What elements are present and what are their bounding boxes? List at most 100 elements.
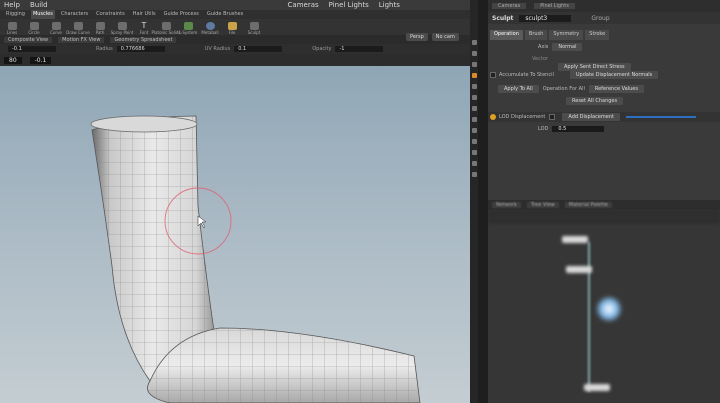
grid-icon[interactable] [471, 139, 477, 144]
tool-draw-curve[interactable]: Draw Curve [66, 22, 90, 35]
frame-field[interactable]: 80 [4, 56, 22, 64]
shelf-tab-characters[interactable]: Characters [59, 10, 90, 19]
lod-field[interactable]: 0.5 [552, 126, 605, 132]
lod-slider[interactable] [626, 116, 697, 118]
selected-node-glow[interactable] [596, 296, 622, 322]
metaball-icon [205, 22, 215, 30]
operation-for-all-label: Operation For All [542, 86, 585, 92]
scene-viewport[interactable] [0, 66, 470, 403]
tool-spray-paint[interactable]: Spray Paint [111, 22, 133, 35]
right-dock-strip [478, 0, 488, 403]
network-node[interactable] [566, 266, 592, 273]
apply-all-row: Apply To All Operation For All Reference… [488, 84, 720, 94]
lod-mode-dropdown[interactable]: Add Displacement [562, 113, 621, 121]
network-node[interactable] [584, 384, 610, 391]
accumulate-label: Accumulate To Stencil [499, 72, 554, 78]
top-tab-pinel-lights[interactable]: Pinel Lights [534, 3, 575, 9]
uv-radius-field[interactable]: 0.1 [234, 46, 283, 52]
curve-icon [51, 22, 61, 30]
tab-geometry-spreadsheet[interactable]: Geometry Spreadsheet [110, 36, 177, 43]
tool-l-system[interactable]: L-System [179, 22, 197, 35]
tab-tree-view[interactable]: Tree View [526, 202, 559, 208]
parameter-panel-top: Cameras Pinel Lights [488, 0, 720, 12]
parameter-tabs: Operation Brush Symmetry Stroke [488, 30, 720, 40]
apply-to-all-button[interactable]: Apply To All [498, 85, 539, 93]
view-buttons: Persp No cam [406, 33, 459, 41]
select-icon[interactable] [471, 40, 477, 45]
lod-checkbox[interactable] [549, 114, 556, 120]
light-icon[interactable] [471, 150, 477, 155]
tool-curve[interactable]: Curve [48, 22, 64, 35]
handle-icon[interactable] [471, 95, 477, 100]
reset-changes-button[interactable]: Reset All Changes [566, 97, 624, 105]
tab-material-palette[interactable]: Material Palette [564, 202, 612, 208]
tool-sculpt[interactable]: Sculpt [246, 22, 262, 35]
network-view[interactable]: Network Tree View Material Palette [488, 200, 720, 403]
sculpt-active-icon[interactable] [471, 73, 477, 78]
tab-symmetry[interactable]: Symmetry [549, 30, 584, 40]
tab-brush[interactable]: Brush [524, 30, 548, 40]
move-icon[interactable] [471, 51, 477, 56]
camera-button[interactable]: No cam [431, 33, 459, 41]
menu-lights[interactable]: Lights [379, 1, 400, 9]
network-node[interactable] [562, 236, 588, 243]
rotate-icon[interactable] [471, 62, 477, 67]
shelf-tab-guide-process[interactable]: Guide Process [162, 10, 201, 19]
lod-label: LOD Displacement [499, 114, 546, 120]
accumulate-checkbox[interactable] [490, 72, 496, 78]
tool-lines[interactable]: Lines [4, 22, 20, 35]
viewport-header: 80 -0.1 [0, 54, 480, 66]
parameter-panel: Cameras Pinel Lights Sculpt sculpt3 Grou… [488, 0, 720, 200]
tool-font[interactable]: T Font [136, 22, 152, 36]
node-wire [588, 242, 590, 392]
tool-file[interactable]: File [224, 22, 240, 35]
persp-button[interactable]: Persp [406, 33, 428, 41]
lod-row: LOD Displacement Add Displacement [488, 112, 720, 122]
reference-values-dropdown[interactable]: Reference Values [588, 85, 644, 93]
shelf-tab-rigging[interactable]: Rigging [4, 10, 27, 19]
update-normals-button[interactable]: Update Displacement Normals [569, 71, 659, 79]
shelf-tab-guide-brushes[interactable]: Guide Brushes [205, 10, 245, 19]
tool-metaball[interactable]: Metaball [201, 22, 219, 35]
shading-icon[interactable] [471, 172, 477, 177]
camera-icon[interactable] [471, 161, 477, 166]
shelf-tab-constraints[interactable]: Constraints [94, 10, 127, 19]
lod-field-label: LOD [538, 126, 549, 132]
tab-composite-view[interactable]: Composite View [4, 36, 53, 43]
l-system-icon [183, 22, 193, 30]
shelf-tab-hair-utils[interactable]: Hair Utils [131, 10, 158, 19]
snap-icon[interactable] [471, 117, 477, 122]
offset-field[interactable]: -0.1 [29, 56, 52, 64]
sculpt-mesh [90, 115, 421, 403]
shelf-tab-muscles[interactable]: Muscles [30, 10, 55, 19]
display-icon[interactable] [471, 128, 477, 133]
tab-motion-fx-view[interactable]: Motion FX View [58, 36, 105, 43]
spray-paint-icon [117, 22, 127, 30]
shelf-tabs: Rigging Muscles Characters Constraints H… [0, 10, 480, 19]
node-header: Sculpt sculpt3 Group [488, 12, 720, 24]
radius-field[interactable]: 0.776686 [116, 46, 165, 52]
accumulate-row: Accumulate To Stencil Update Displacemen… [488, 70, 720, 80]
scale-icon[interactable] [471, 84, 477, 89]
top-tab-cameras[interactable]: Cameras [492, 3, 527, 9]
value-left-field[interactable]: -0.1 [8, 46, 56, 52]
node-kind: Sculpt [492, 14, 514, 22]
tab-operation[interactable]: Operation [490, 30, 523, 40]
tool-platonic[interactable]: Platonic Solids [152, 22, 180, 35]
lod-value-row: LOD 0.5 [488, 124, 720, 134]
tab-network[interactable]: Network [492, 202, 521, 208]
view-icon[interactable] [471, 106, 477, 111]
tab-stroke[interactable]: Stroke [585, 30, 610, 40]
menu-build[interactable]: Build [30, 1, 48, 9]
menu-help[interactable]: Help [4, 1, 20, 9]
axis-label: Axis [538, 44, 549, 50]
axis-dropdown[interactable]: Normal [552, 43, 583, 51]
node-name-field[interactable]: sculpt3 [519, 14, 572, 22]
sculpt-icon [249, 22, 259, 30]
tool-path[interactable]: Path [92, 22, 108, 35]
opacity-field[interactable]: -1 [335, 46, 384, 52]
menu-pinel-lights[interactable]: Pinel Lights [329, 1, 369, 9]
tool-circle[interactable]: Circle [26, 22, 42, 35]
menu-bar: Help Build Cameras Pinel Lights Lights [0, 0, 480, 10]
menu-cameras[interactable]: Cameras [288, 1, 319, 9]
